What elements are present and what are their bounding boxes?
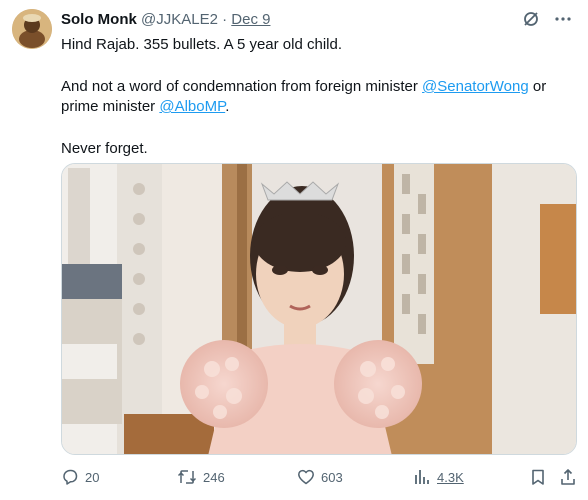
tweet-actions: 20 246 603 4.3K xyxy=(61,468,577,492)
tweet-text: Hind Rajab. 355 bullets. A 5 year old ch… xyxy=(61,35,571,159)
repost-button[interactable]: 246 xyxy=(177,468,225,486)
slashed-circle-icon[interactable] xyxy=(522,10,540,28)
views-icon xyxy=(413,468,431,486)
views-button[interactable]: 4.3K xyxy=(413,468,464,486)
tweet-photo[interactable] xyxy=(61,163,577,455)
reply-count: 20 xyxy=(85,469,100,485)
share-icon xyxy=(559,468,577,486)
like-count: 603 xyxy=(321,469,343,485)
author-name[interactable]: Solo Monk xyxy=(61,11,137,28)
repost-icon xyxy=(177,468,197,486)
bookmark-button[interactable] xyxy=(529,468,547,486)
reply-icon xyxy=(61,468,79,486)
separator: · xyxy=(222,11,228,28)
avatar[interactable] xyxy=(12,9,52,49)
more-icon[interactable] xyxy=(554,10,572,28)
tweet-line-1: Hind Rajab. 355 bullets. A 5 year old ch… xyxy=(61,36,343,53)
author-handle[interactable]: @JJKALE2 xyxy=(141,11,218,28)
heart-icon xyxy=(297,468,315,486)
tweet: Solo Monk @JJKALE2 · Dec 9 Hind Rajab. 3… xyxy=(0,0,588,500)
tweet-line-2: And not a word of condemnation from fore… xyxy=(61,77,571,117)
reply-button[interactable]: 20 xyxy=(61,468,99,486)
bookmark-icon xyxy=(529,468,547,486)
repost-count: 246 xyxy=(203,469,225,485)
views-count: 4.3K xyxy=(437,469,464,485)
mention-albomp[interactable]: @AlboMP xyxy=(159,98,225,115)
line2-suffix: . xyxy=(225,98,230,115)
tweet-header: Solo Monk @JJKALE2 · Dec 9 xyxy=(61,11,270,29)
share-button[interactable] xyxy=(559,468,577,486)
mention-senatorwong[interactable]: @SenatorWong xyxy=(422,78,529,95)
tweet-date[interactable]: Dec 9 xyxy=(231,11,270,28)
tweet-line-3: Never forget. xyxy=(61,140,148,157)
tweet-top-icons xyxy=(522,10,572,28)
like-button[interactable]: 603 xyxy=(297,468,343,486)
line2-prefix: And not a word of condemnation from fore… xyxy=(61,78,423,95)
